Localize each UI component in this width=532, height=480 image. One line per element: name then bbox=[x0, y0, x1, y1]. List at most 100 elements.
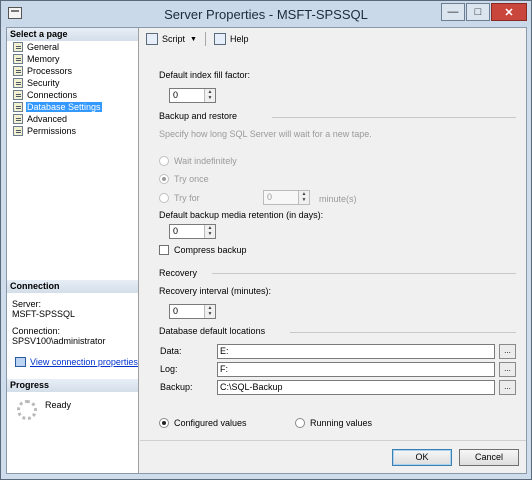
page-icon bbox=[13, 78, 23, 88]
page-item-label: Connections bbox=[27, 90, 78, 100]
page-item-database-settings[interactable]: Database Settings bbox=[13, 101, 102, 113]
retention-stepper[interactable]: 0 ▲ ▼ bbox=[169, 224, 216, 239]
page-item-memory[interactable]: Memory bbox=[13, 53, 61, 65]
ok-button[interactable]: OK bbox=[392, 449, 452, 466]
backup-location-browse-button[interactable]: ... bbox=[499, 380, 516, 395]
radio-dot bbox=[159, 156, 169, 166]
progress-spinner-icon bbox=[17, 400, 37, 420]
help-icon bbox=[213, 33, 226, 45]
backup-restore-heading: Backup and restore bbox=[159, 111, 238, 121]
page-item-label: Advanced bbox=[27, 114, 68, 124]
recovery-heading: Recovery bbox=[159, 268, 198, 278]
stepper-arrows[interactable]: ▲ ▼ bbox=[204, 305, 215, 318]
log-location-input[interactable]: F: bbox=[217, 362, 495, 377]
help-button[interactable]: Help bbox=[213, 33, 248, 45]
connection-header: Connection bbox=[7, 280, 138, 293]
fill-factor-stepper[interactable]: 0 ▲ ▼ bbox=[169, 88, 216, 103]
backup-location-label: Backup: bbox=[160, 382, 193, 392]
server-properties-window: Server Properties - MSFT-SPSSQL — □ ✕ Se… bbox=[0, 0, 532, 480]
running-values-label: Running values bbox=[310, 418, 373, 428]
page-item-general[interactable]: General bbox=[13, 41, 60, 53]
progress-header: Progress bbox=[7, 379, 138, 392]
checkbox-box bbox=[159, 245, 169, 255]
data-location-row: Data: E: ... bbox=[160, 344, 516, 360]
stepper-down-icon[interactable]: ▼ bbox=[205, 231, 215, 237]
stepper-down-icon[interactable]: ▼ bbox=[299, 197, 309, 203]
page-item-label: Database Settings bbox=[26, 102, 102, 112]
running-values-radio[interactable]: Running values bbox=[295, 418, 372, 428]
page-item-processors[interactable]: Processors bbox=[13, 65, 73, 77]
page-icon bbox=[13, 102, 23, 112]
retention-label: Default backup media retention (in days)… bbox=[159, 210, 324, 220]
page-item-label: Permissions bbox=[27, 126, 77, 136]
dialog-client-area: Select a page General Memory Processors … bbox=[6, 27, 527, 474]
try-once-label: Try once bbox=[174, 174, 209, 184]
page-item-security[interactable]: Security bbox=[13, 77, 61, 89]
page-icon bbox=[13, 126, 23, 136]
script-icon bbox=[146, 33, 158, 45]
default-locations-heading: Database default locations bbox=[159, 326, 266, 336]
close-button[interactable]: ✕ bbox=[491, 3, 527, 21]
compress-backup-label: Compress backup bbox=[174, 245, 247, 255]
fill-factor-value: 0 bbox=[173, 90, 179, 100]
page-item-permissions[interactable]: Permissions bbox=[13, 125, 77, 137]
try-once-radio[interactable]: Try once bbox=[159, 174, 209, 184]
progress-status: Ready bbox=[45, 400, 72, 410]
connection-label: Connection: bbox=[12, 326, 61, 336]
connection-value: SPSV100\administrator bbox=[12, 336, 106, 346]
backup-location-input[interactable]: C:\SQL-Backup bbox=[217, 380, 495, 395]
page-icon bbox=[13, 42, 23, 52]
wait-indefinitely-radio[interactable]: Wait indefinitely bbox=[159, 156, 237, 166]
page-item-label: Memory bbox=[27, 54, 60, 64]
radio-dot bbox=[159, 418, 169, 428]
recovery-interval-value: 0 bbox=[173, 306, 179, 316]
stepper-arrows[interactable]: ▲ ▼ bbox=[298, 191, 309, 204]
log-location-label: Log: bbox=[160, 364, 178, 374]
toolbar: Script ▼ Help bbox=[140, 28, 526, 50]
connection-properties-icon bbox=[15, 357, 26, 367]
minutes-unit-label: minute(s) bbox=[319, 194, 357, 204]
right-pane: Script ▼ Help Default index fill factor:… bbox=[140, 28, 526, 473]
page-icon bbox=[13, 90, 23, 100]
script-label: Script bbox=[162, 34, 186, 44]
configured-values-radio[interactable]: Configured values bbox=[159, 418, 247, 428]
try-for-minutes-stepper[interactable]: 0 ▲ ▼ bbox=[263, 190, 310, 205]
log-location-browse-button[interactable]: ... bbox=[499, 362, 516, 377]
recovery-interval-stepper[interactable]: 0 ▲ ▼ bbox=[169, 304, 216, 319]
page-icon bbox=[13, 66, 23, 76]
script-button[interactable]: Script ▼ bbox=[146, 33, 197, 45]
stepper-down-icon[interactable]: ▼ bbox=[205, 311, 215, 317]
server-value: MSFT-SPSSQL bbox=[12, 309, 76, 319]
recovery-interval-label: Recovery interval (minutes): bbox=[159, 286, 272, 296]
dialog-footer: OK Cancel bbox=[140, 440, 526, 473]
log-location-row: Log: F: ... bbox=[160, 362, 516, 378]
page-icon bbox=[13, 54, 23, 64]
view-connection-properties-link[interactable]: View connection properties bbox=[15, 357, 138, 367]
compress-backup-checkbox[interactable]: Compress backup bbox=[159, 245, 247, 255]
data-location-browse-button[interactable]: ... bbox=[499, 344, 516, 359]
radio-dot bbox=[159, 193, 169, 203]
left-pane: Select a page General Memory Processors … bbox=[7, 28, 139, 473]
radio-dot bbox=[295, 418, 305, 428]
try-for-radio[interactable]: Try for bbox=[159, 193, 200, 203]
tape-wait-hint: Specify how long SQL Server will wait fo… bbox=[159, 129, 372, 139]
default-locations-divider bbox=[290, 332, 516, 333]
page-item-label: Security bbox=[27, 78, 60, 88]
stepper-down-icon[interactable]: ▼ bbox=[205, 95, 215, 101]
page-item-advanced[interactable]: Advanced bbox=[13, 113, 68, 125]
chevron-down-icon[interactable]: ▼ bbox=[190, 36, 197, 43]
page-item-connections[interactable]: Connections bbox=[13, 89, 78, 101]
stepper-arrows[interactable]: ▲ ▼ bbox=[204, 89, 215, 102]
data-location-input[interactable]: E: bbox=[217, 344, 495, 359]
recovery-divider bbox=[212, 273, 516, 274]
data-location-label: Data: bbox=[160, 346, 182, 356]
stepper-arrows[interactable]: ▲ ▼ bbox=[204, 225, 215, 238]
try-for-label: Try for bbox=[174, 193, 200, 203]
server-label: Server: bbox=[12, 299, 42, 309]
minimize-button[interactable]: — bbox=[441, 3, 465, 21]
maximize-button[interactable]: □ bbox=[466, 3, 490, 21]
backup-restore-divider bbox=[272, 117, 516, 118]
title-bar[interactable]: Server Properties - MSFT-SPSSQL — □ ✕ bbox=[1, 1, 531, 27]
cancel-button[interactable]: Cancel bbox=[459, 449, 519, 466]
page-item-label: Processors bbox=[27, 66, 73, 76]
